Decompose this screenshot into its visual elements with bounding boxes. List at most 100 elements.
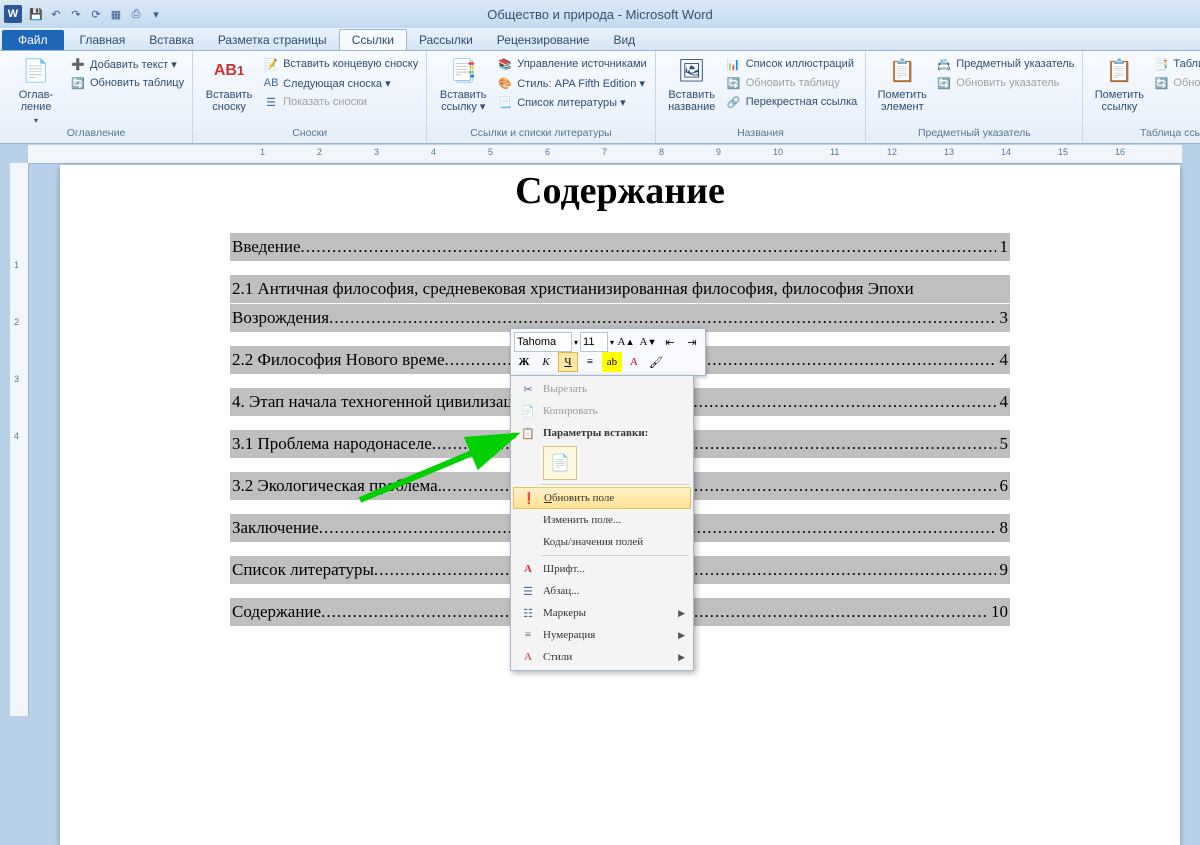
ctx-cut[interactable]: ✂Вырезать bbox=[513, 378, 691, 400]
cross-reference-button[interactable]: 🔗Перекрестная ссылка bbox=[726, 93, 858, 111]
tab-mailings[interactable]: Рассылки bbox=[407, 30, 485, 50]
ctx-bullets[interactable]: ☷Маркеры▶ bbox=[513, 602, 691, 624]
group-authorities: 📋Пометить ссылку 📑Таблица ссылок 🔄Обнови… bbox=[1083, 51, 1200, 143]
size-select[interactable] bbox=[580, 332, 608, 352]
word-app-icon: W bbox=[4, 5, 22, 23]
align-button[interactable]: ≡ bbox=[580, 352, 600, 372]
format-painter-icon[interactable]: 🖌 bbox=[646, 352, 666, 372]
bibliography-button[interactable]: 📃Список литературы ▾ bbox=[497, 93, 646, 111]
style-icon: 🎨 bbox=[497, 75, 513, 91]
horizontal-ruler[interactable]: 12345678910111213141516 bbox=[28, 145, 1182, 164]
table-icon[interactable]: ▦ bbox=[108, 6, 124, 22]
insert-footnote-button[interactable]: AB1Вставить сноску bbox=[201, 55, 257, 113]
font-icon: A bbox=[517, 563, 539, 575]
next-footnote-button[interactable]: ABСледующая сноска ▾ bbox=[263, 74, 418, 92]
ribbon: 📄Оглав­ление▾ ➕Добавить текст ▾ 🔄Обновит… bbox=[0, 51, 1200, 144]
ribbon-tabs: Файл Главная Вставка Разметка страницы С… bbox=[0, 28, 1200, 51]
ctx-paragraph[interactable]: ☰Абзац... bbox=[513, 580, 691, 602]
update-table-button[interactable]: 🔄Обновить таблицу bbox=[70, 74, 184, 92]
refresh-icon[interactable]: ⟳ bbox=[88, 6, 104, 22]
bullets-icon: ☷ bbox=[517, 607, 539, 620]
redo-icon[interactable]: ↷ bbox=[68, 6, 84, 22]
paste-option-button[interactable]: 📄 bbox=[543, 446, 577, 480]
indent-inc-icon[interactable]: ⇥ bbox=[682, 332, 702, 352]
plus-icon: ➕ bbox=[70, 56, 86, 72]
tab-home[interactable]: Главная bbox=[68, 30, 138, 50]
mark-icon: 📋 bbox=[886, 55, 918, 87]
ctx-field-codes[interactable]: Коды/значения полей bbox=[513, 531, 691, 553]
refresh-icon: 🔄 bbox=[70, 75, 86, 91]
group-captions: 🖼Вставить название 📊Список иллюстраций 🔄… bbox=[656, 51, 867, 143]
toc-entry[interactable]: 2.1 Античная философия, средневековая хр… bbox=[230, 275, 1010, 303]
shrink-font-icon[interactable]: A▼ bbox=[638, 332, 658, 352]
styles-icon: A bbox=[517, 651, 539, 663]
table-of-figures-button[interactable]: 📊Список иллюстраций bbox=[726, 55, 858, 73]
grow-font-icon[interactable]: A▲ bbox=[616, 332, 636, 352]
ctx-numbering[interactable]: ≡Нумерация▶ bbox=[513, 624, 691, 646]
ctx-copy[interactable]: 📄Копировать bbox=[513, 400, 691, 422]
figures-icon: 📊 bbox=[726, 56, 742, 72]
update-figures-button: 🔄Обновить таблицу bbox=[726, 74, 858, 92]
group-index: 📋Пометить элемент 📇Предметный указатель … bbox=[866, 51, 1083, 143]
tab-view[interactable]: Вид bbox=[601, 30, 647, 50]
numbering-icon: ≡ bbox=[517, 629, 539, 641]
tab-insert[interactable]: Вставка bbox=[137, 30, 206, 50]
ctx-styles[interactable]: AСтили▶ bbox=[513, 646, 691, 668]
highlight-button[interactable]: ab bbox=[602, 352, 622, 372]
quick-access-toolbar: 💾 ↶ ↷ ⟳ ▦ ⎙ ▾ bbox=[28, 6, 164, 22]
paragraph-icon: ☰ bbox=[517, 585, 539, 598]
undo-icon[interactable]: ↶ bbox=[48, 6, 64, 22]
toc-icon: 📄 bbox=[20, 55, 52, 87]
group-label: Оглавление bbox=[8, 127, 184, 141]
page-title: Содержание bbox=[230, 169, 1010, 213]
window-title: Общество и природа - Microsoft Word bbox=[487, 7, 713, 22]
group-label: Таблица ссылок bbox=[1091, 127, 1200, 141]
sources-icon: 📚 bbox=[497, 56, 513, 72]
update-authorities-button: 🔄Обновить таблицу bbox=[1153, 74, 1200, 92]
ctx-font[interactable]: AШрифт... bbox=[513, 558, 691, 580]
print-icon[interactable]: ⎙ bbox=[128, 6, 144, 22]
ctx-edit-field[interactable]: Изменить поле... bbox=[513, 509, 691, 531]
mark-citation-button[interactable]: 📋Пометить ссылку bbox=[1091, 55, 1147, 113]
manage-sources-button[interactable]: 📚Управление источниками bbox=[497, 55, 646, 73]
group-footnotes: AB1Вставить сноску 📝Вставить концевую сн… bbox=[193, 51, 427, 143]
group-citations: 📑Вставить ссылку ▾ 📚Управление источника… bbox=[427, 51, 655, 143]
update-icon: ❗ bbox=[518, 492, 540, 505]
group-label: Названия bbox=[664, 127, 858, 141]
insert-endnote-button[interactable]: 📝Вставить концевую сноску bbox=[263, 55, 418, 73]
update-icon: 🔄 bbox=[1153, 75, 1169, 91]
mark-entry-button[interactable]: 📋Пометить элемент bbox=[874, 55, 930, 113]
vertical-ruler[interactable]: 1234 bbox=[10, 163, 29, 716]
font-select[interactable] bbox=[514, 332, 572, 352]
mini-toolbar: ▾ ▾ A▲ A▼ ⇤ ⇥ Ж К Ч ≡ ab A 🖌 bbox=[510, 328, 706, 376]
toc-entry[interactable]: Введение................................… bbox=[230, 233, 1010, 261]
endnote-icon: 📝 bbox=[263, 56, 279, 72]
tab-layout[interactable]: Разметка страницы bbox=[206, 30, 339, 50]
indent-dec-icon[interactable]: ⇤ bbox=[660, 332, 680, 352]
underline-button[interactable]: Ч bbox=[558, 352, 578, 372]
insert-index-button[interactable]: 📇Предметный указатель bbox=[936, 55, 1074, 73]
ctx-paste-header: 📋Параметры вставки: bbox=[513, 422, 691, 444]
group-label: Ссылки и списки литературы bbox=[435, 127, 646, 141]
index-icon: 📇 bbox=[936, 56, 952, 72]
ctx-update-field[interactable]: ❗ООбновить полебновить поле bbox=[513, 487, 691, 509]
biblio-icon: 📃 bbox=[497, 94, 513, 110]
footnote-icon: AB1 bbox=[213, 55, 245, 87]
group-toc: 📄Оглав­ление▾ ➕Добавить текст ▾ 🔄Обновит… bbox=[0, 51, 193, 143]
font-color-button[interactable]: A bbox=[624, 352, 644, 372]
table-authorities-button[interactable]: 📑Таблица ссылок bbox=[1153, 55, 1200, 73]
style-selector[interactable]: 🎨Стиль: APA Fifth Edition ▾ bbox=[497, 74, 646, 92]
insert-caption-button[interactable]: 🖼Вставить название bbox=[664, 55, 720, 113]
file-tab[interactable]: Файл bbox=[2, 30, 64, 50]
tab-review[interactable]: Рецензирование bbox=[485, 30, 602, 50]
cut-icon: ✂ bbox=[517, 383, 539, 396]
add-text-button[interactable]: ➕Добавить текст ▾ bbox=[70, 55, 184, 73]
tab-references[interactable]: Ссылки bbox=[339, 29, 407, 50]
italic-button[interactable]: К bbox=[536, 352, 556, 372]
save-icon[interactable]: 💾 bbox=[28, 6, 44, 22]
insert-citation-button[interactable]: 📑Вставить ссылку ▾ bbox=[435, 55, 491, 113]
toc-button[interactable]: 📄Оглав­ление▾ bbox=[8, 55, 64, 127]
mark-citation-icon: 📋 bbox=[1103, 55, 1135, 87]
bold-button[interactable]: Ж bbox=[514, 352, 534, 372]
qat-dropdown-icon[interactable]: ▾ bbox=[148, 6, 164, 22]
